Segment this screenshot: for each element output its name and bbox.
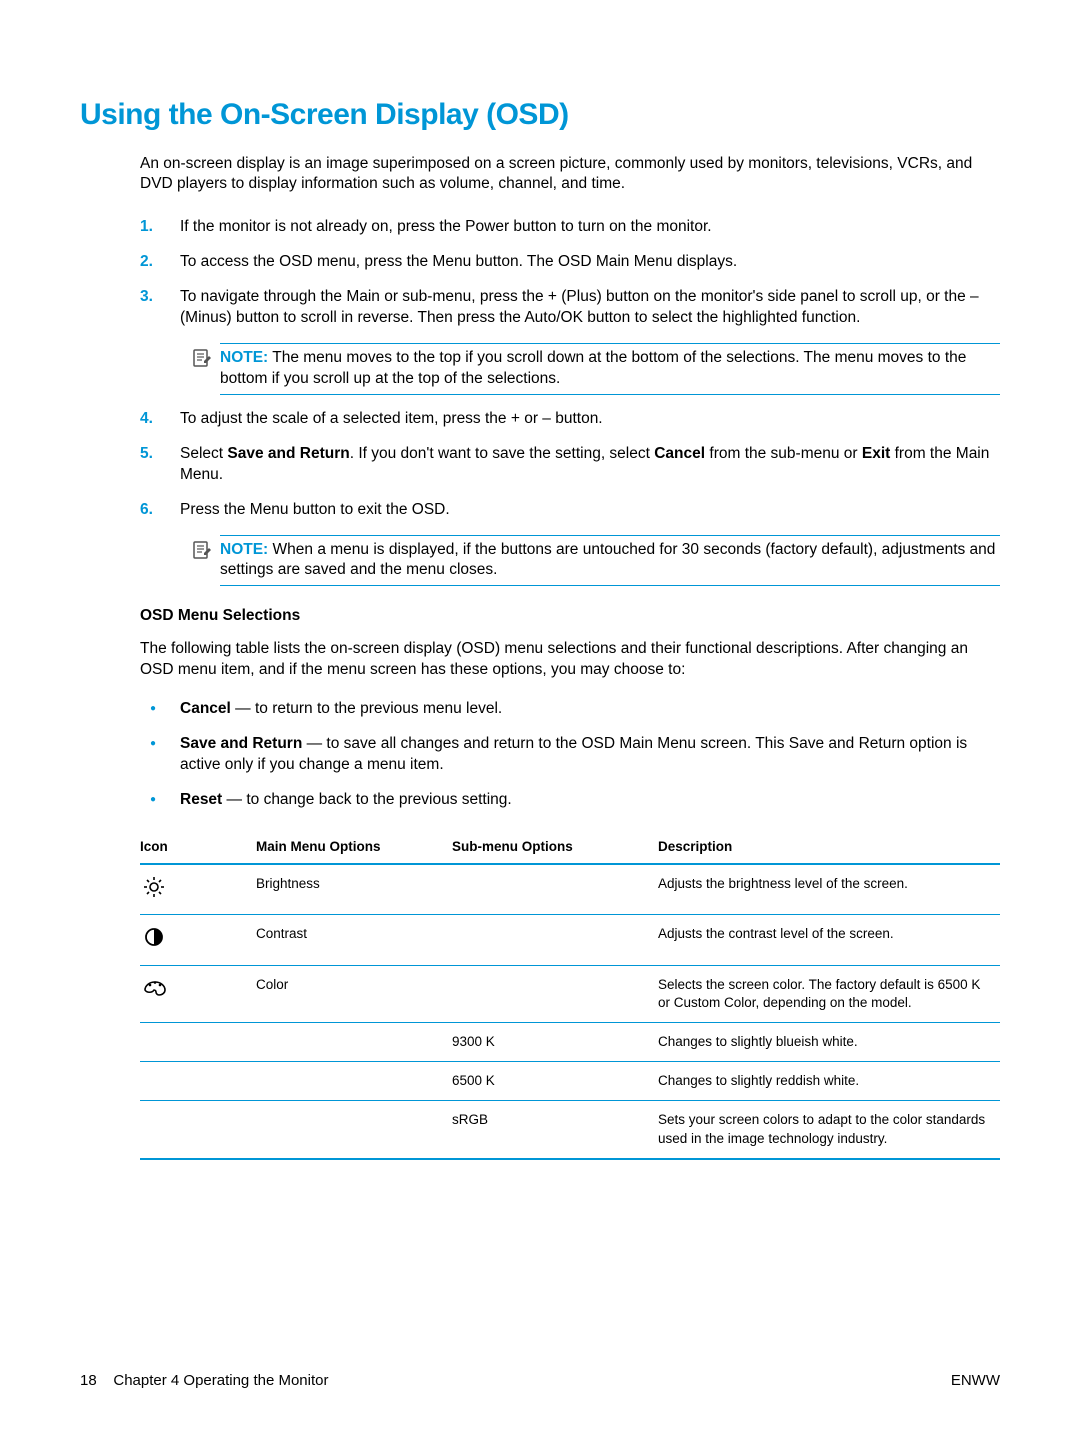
cell-icon bbox=[140, 1062, 256, 1101]
table-row: Brightness Adjusts the brightness level … bbox=[140, 864, 1000, 915]
th-icon: Icon bbox=[140, 831, 256, 864]
note-block: NOTE: The menu moves to the top if you s… bbox=[220, 343, 1000, 395]
cell-main bbox=[256, 1062, 452, 1101]
brightness-icon bbox=[140, 864, 256, 915]
step-6: 6. Press the Menu button to exit the OSD.… bbox=[140, 500, 1000, 587]
footer-left: 18 Chapter 4 Operating the Monitor bbox=[80, 1371, 328, 1391]
note-body: The menu moves to the top if you scroll … bbox=[220, 349, 966, 387]
cell-desc: Changes to slightly reddish white. bbox=[658, 1062, 1000, 1101]
table-row: 6500 K Changes to slightly reddish white… bbox=[140, 1062, 1000, 1101]
step-number: 3. bbox=[140, 287, 153, 308]
table-row: sRGB Sets your screen colors to adapt to… bbox=[140, 1101, 1000, 1159]
page-title: Using the On-Screen Display (OSD) bbox=[80, 95, 1000, 136]
cell-sub: 6500 K bbox=[452, 1062, 658, 1101]
step-2: 2. To access the OSD menu, press the Menu… bbox=[140, 252, 1000, 273]
page: Using the On-Screen Display (OSD) An on-… bbox=[0, 0, 1080, 1437]
osd-menu-selections-intro: The following table lists the on-screen … bbox=[140, 639, 1000, 681]
page-number: 18 bbox=[80, 1372, 97, 1389]
note-icon bbox=[192, 349, 212, 374]
table-row: Color Selects the screen color. The fact… bbox=[140, 965, 1000, 1022]
th-desc: Description bbox=[658, 831, 1000, 864]
cell-sub: sRGB bbox=[452, 1101, 658, 1159]
step-number: 5. bbox=[140, 444, 153, 465]
note-label: NOTE: bbox=[220, 349, 268, 366]
step-text: To access the OSD menu, press the Menu b… bbox=[180, 253, 737, 270]
note-block: NOTE: When a menu is displayed, if the b… bbox=[220, 535, 1000, 587]
cell-desc: Selects the screen color. The factory de… bbox=[658, 965, 1000, 1022]
note-icon bbox=[192, 541, 212, 566]
contrast-icon bbox=[140, 915, 256, 965]
cell-main: Brightness bbox=[256, 864, 452, 915]
step-number: 1. bbox=[140, 217, 153, 238]
step-3: 3. To navigate through the Main or sub-me… bbox=[140, 287, 1000, 395]
step-text: If the monitor is not already on, press … bbox=[180, 218, 712, 235]
cell-sub bbox=[452, 915, 658, 965]
cell-main bbox=[256, 1022, 452, 1061]
page-footer: 18 Chapter 4 Operating the Monitor ENWW bbox=[80, 1371, 1000, 1391]
cell-sub bbox=[452, 864, 658, 915]
step-text: To adjust the scale of a selected item, … bbox=[180, 410, 603, 427]
choice-cancel: Cancel — to return to the previous menu … bbox=[140, 699, 1000, 720]
step-4: 4. To adjust the scale of a selected item… bbox=[140, 409, 1000, 430]
choice-save-return: Save and Return — to save all changes an… bbox=[140, 734, 1000, 776]
osd-menu-selections-heading: OSD Menu Selections bbox=[140, 606, 1000, 627]
step-number: 4. bbox=[140, 409, 153, 430]
cell-main: Contrast bbox=[256, 915, 452, 965]
color-icon bbox=[140, 965, 256, 1022]
note-label: NOTE: bbox=[220, 541, 268, 558]
steps-list: 1. If the monitor is not already on, pres… bbox=[140, 217, 1000, 586]
cell-sub: 9300 K bbox=[452, 1022, 658, 1061]
table-row: Contrast Adjusts the contrast level of t… bbox=[140, 915, 1000, 965]
table-row: 9300 K Changes to slightly blueish white… bbox=[140, 1022, 1000, 1061]
step-text: To navigate through the Main or sub-menu… bbox=[180, 288, 979, 326]
th-main: Main Menu Options bbox=[256, 831, 452, 864]
step-1: 1. If the monitor is not already on, pres… bbox=[140, 217, 1000, 238]
note-body: When a menu is displayed, if the buttons… bbox=[220, 541, 995, 579]
cell-desc: Adjusts the brightness level of the scre… bbox=[658, 864, 1000, 915]
cell-icon bbox=[140, 1022, 256, 1061]
cell-icon bbox=[140, 1101, 256, 1159]
cell-desc: Changes to slightly blueish white. bbox=[658, 1022, 1000, 1061]
intro-paragraph: An on-screen display is an image superim… bbox=[140, 154, 1000, 196]
choices-list: Cancel — to return to the previous menu … bbox=[140, 699, 1000, 811]
step-text: Select Save and Return. If you don't wan… bbox=[180, 445, 989, 483]
cell-main bbox=[256, 1101, 452, 1159]
step-text: Press the Menu button to exit the OSD. bbox=[180, 501, 450, 518]
footer-right: ENWW bbox=[951, 1371, 1000, 1391]
step-number: 6. bbox=[140, 500, 153, 521]
chapter-label: Chapter 4 Operating the Monitor bbox=[113, 1372, 328, 1389]
step-number: 2. bbox=[140, 252, 153, 273]
osd-table: Icon Main Menu Options Sub-menu Options … bbox=[140, 831, 1000, 1160]
th-sub: Sub-menu Options bbox=[452, 831, 658, 864]
cell-desc: Adjusts the contrast level of the screen… bbox=[658, 915, 1000, 965]
choice-reset: Reset — to change back to the previous s… bbox=[140, 790, 1000, 811]
cell-main: Color bbox=[256, 965, 452, 1022]
cell-sub bbox=[452, 965, 658, 1022]
step-5: 5. Select Save and Return. If you don't w… bbox=[140, 444, 1000, 486]
cell-desc: Sets your screen colors to adapt to the … bbox=[658, 1101, 1000, 1159]
